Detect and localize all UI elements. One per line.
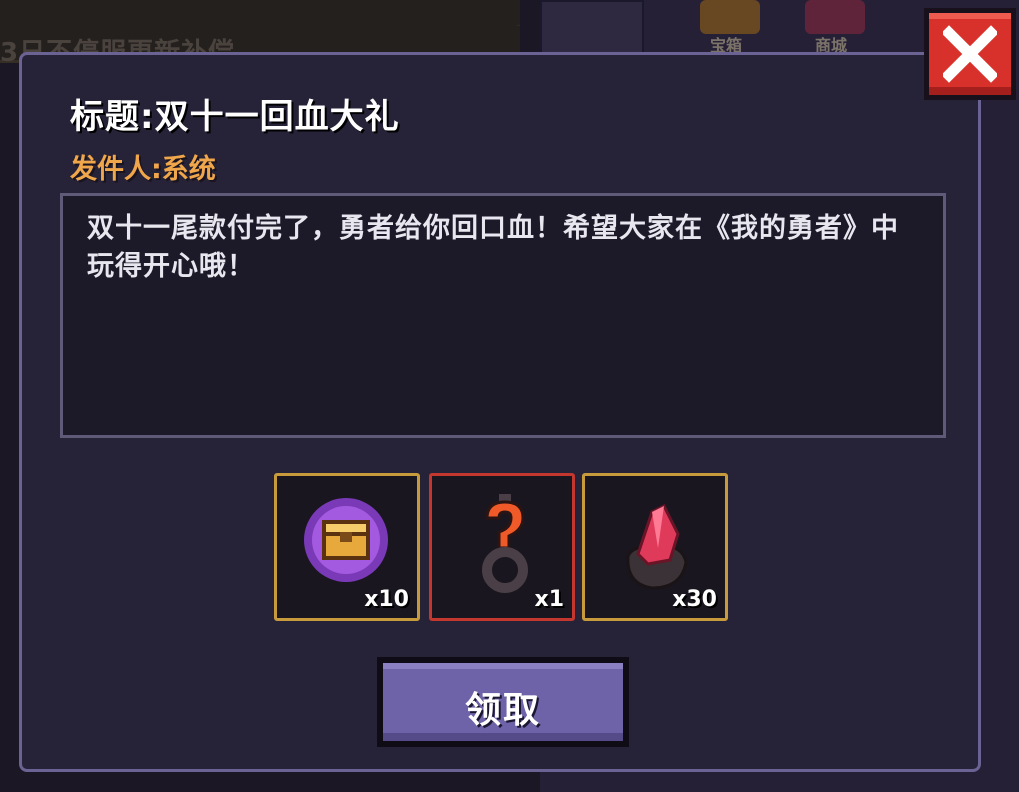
attachment-slot[interactable]: x30 xyxy=(582,473,728,621)
attachment-slot[interactable]: x10 xyxy=(274,473,420,621)
attachment-quantity: x10 xyxy=(364,587,409,612)
mail-dialog: 标题:双十一回血大礼 发件人:系统 双十一尾款付完了，勇者给你回口血！希望大家在… xyxy=(19,52,981,772)
mail-title: 标题:双十一回血大礼 xyxy=(70,97,400,137)
mystery-amulet-icon xyxy=(482,494,528,593)
purple-chest-token-icon xyxy=(304,498,388,582)
close-icon xyxy=(943,25,997,83)
mail-sender: 发件人:系统 xyxy=(70,154,216,185)
close-button[interactable] xyxy=(924,8,1016,100)
attachment-slot[interactable]: x1 xyxy=(429,473,575,621)
mail-body-box: 双十一尾款付完了，勇者给你回口血！希望大家在《我的勇者》中玩得开心哦！ xyxy=(60,193,946,438)
claim-button[interactable]: 领取 xyxy=(377,657,629,747)
claim-button-label: 领取 xyxy=(464,690,541,731)
attachment-list: x10 x1 x30 xyxy=(274,473,730,621)
mail-body-text: 双十一尾款付完了，勇者给你回口血！希望大家在《我的勇者》中玩得开心哦！ xyxy=(87,213,899,282)
attachment-quantity: x1 xyxy=(534,587,565,612)
attachment-quantity: x30 xyxy=(672,587,717,612)
red-crystal-ore-icon xyxy=(626,503,688,590)
